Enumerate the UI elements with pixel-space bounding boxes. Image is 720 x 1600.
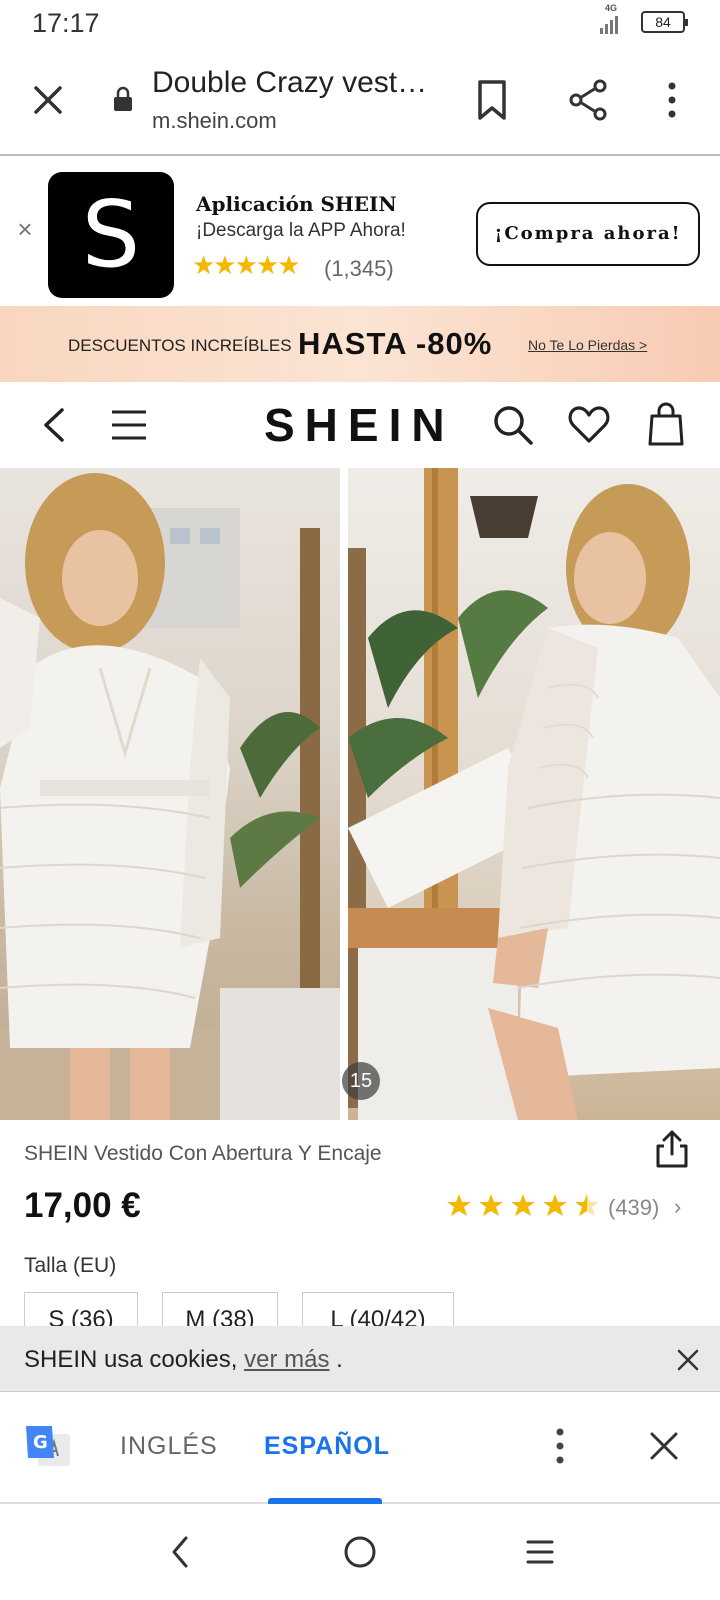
image-counter-badge: 15 <box>342 1062 380 1100</box>
more-vert-icon[interactable] <box>548 1424 572 1468</box>
shein-logo[interactable]: SHEIN <box>264 398 455 452</box>
shop-header: SHEIN <box>0 382 720 468</box>
banner-close-icon[interactable]: × <box>12 214 38 244</box>
battery-icon: 84 <box>641 11 688 33</box>
tab-english[interactable]: INGLÉS <box>120 1432 218 1461</box>
star-rating-icon <box>447 1194 599 1216</box>
lock-icon <box>114 86 132 111</box>
tab-spanish[interactable]: ESPAÑOL <box>264 1432 390 1461</box>
product-rating-count[interactable]: (439) <box>608 1195 659 1221</box>
product-photo-front[interactable] <box>0 468 340 1120</box>
nav-recents-icon[interactable] <box>524 1536 556 1568</box>
signal-icon <box>600 16 618 34</box>
product-photo-back-image <box>348 468 720 1120</box>
app-rating-stars: ★★★★★ <box>192 250 301 280</box>
app-logo: S <box>48 172 174 298</box>
size-label: Talla (EU) <box>24 1254 117 1277</box>
cookie-text: SHEIN usa cookies, ver más . <box>24 1346 343 1374</box>
app-install-banner: × S Aplicación SHEIN ¡Descarga la APP Ah… <box>0 158 720 306</box>
system-nav-bar <box>0 1504 720 1600</box>
battery-level: 84 <box>655 14 671 30</box>
nav-home-icon[interactable] <box>342 1534 378 1570</box>
svg-text:G: G <box>33 1432 48 1453</box>
app-rating-count: (1,345) <box>324 256 394 281</box>
cookie-banner: SHEIN usa cookies, ver más . <box>0 1326 720 1392</box>
menu-icon[interactable] <box>110 408 148 442</box>
product-gallery[interactable]: 15 <box>0 468 720 1120</box>
google-translate-icon[interactable]: G <box>24 1422 72 1470</box>
app-name: Aplicación SHEIN <box>196 192 397 216</box>
translate-bar: G INGLÉS ESPAÑOL <box>0 1392 720 1504</box>
buy-now-button[interactable]: ¡Compra ahora! <box>476 202 700 266</box>
bag-icon[interactable] <box>648 402 684 446</box>
cookie-suffix: . <box>329 1346 343 1373</box>
share-product-icon[interactable] <box>654 1128 690 1170</box>
product-photo-back[interactable] <box>348 468 720 1120</box>
product-photo-front-image <box>0 473 340 1120</box>
page-url[interactable]: m.shein.com <box>152 108 277 134</box>
cookie-more-link[interactable]: ver más <box>244 1346 329 1373</box>
status-time: 17:17 <box>32 8 100 38</box>
close-icon[interactable] <box>648 1430 680 1462</box>
nav-back-icon[interactable] <box>168 1534 192 1570</box>
promo-text: DESCUENTOS INCREÍBLES <box>68 336 292 355</box>
product-price: 17,00 € <box>24 1186 141 1225</box>
share-icon[interactable] <box>566 78 610 122</box>
back-arrow-icon[interactable] <box>40 406 68 444</box>
bookmark-icon[interactable] <box>474 78 510 122</box>
chevron-right-icon[interactable]: › <box>674 1194 681 1220</box>
heart-icon[interactable] <box>568 406 610 444</box>
promo-banner[interactable]: DESCUENTOS INCREÍBLES HASTA -80% No Te L… <box>0 306 720 382</box>
product-name: SHEIN Vestido Con Abertura Y Encaje <box>24 1142 382 1165</box>
app-tagline: ¡Descarga la APP Ahora! <box>196 220 406 241</box>
cookie-message: SHEIN usa cookies, <box>24 1346 245 1373</box>
close-icon[interactable] <box>28 80 68 120</box>
more-vert-icon[interactable] <box>660 78 684 122</box>
promo-link[interactable]: No Te Lo Pierdas > <box>528 337 647 353</box>
status-bar: 17:17 4G 84 <box>0 0 720 50</box>
cookie-close-icon[interactable] <box>676 1348 700 1372</box>
product-rating-stars[interactable] <box>446 1192 599 1227</box>
page-title[interactable]: Double Crazy vest… <box>152 66 427 100</box>
browser-toolbar: Double Crazy vest… m.shein.com <box>0 50 720 156</box>
promo-highlight: HASTA -80% <box>298 326 493 361</box>
search-icon[interactable] <box>492 404 534 446</box>
